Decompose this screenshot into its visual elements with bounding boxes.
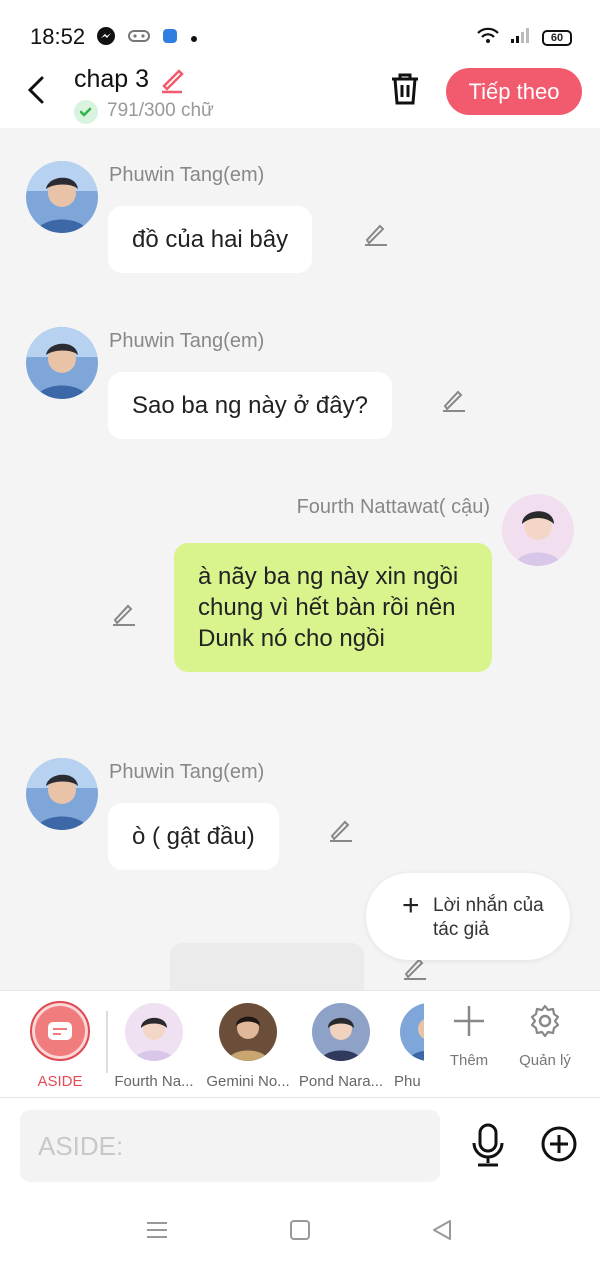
edit-icon[interactable] <box>362 220 390 248</box>
composer <box>0 1098 600 1198</box>
chevron-left-icon <box>27 76 44 104</box>
character-item[interactable]: Pond Nara... <box>295 1001 387 1090</box>
pencil-icon[interactable] <box>158 64 188 99</box>
notification-dot-icon <box>190 30 198 48</box>
add-media-button[interactable] <box>540 1125 578 1168</box>
character-name: Pond Nara... <box>298 1073 384 1090</box>
system-nav-bar <box>0 1198 600 1267</box>
aside-label: ASIDE <box>37 1073 83 1090</box>
sender-name: Phuwin Tang(em) <box>109 761 265 783</box>
message-bubble[interactable]: ò ( gật đầu) <box>108 803 279 870</box>
trash-icon <box>392 73 418 105</box>
check-icon <box>74 100 98 124</box>
app-icon <box>162 28 178 49</box>
message-bubble-partial[interactable] <box>170 943 364 990</box>
next-button[interactable]: Tiếp theo <box>446 68 582 115</box>
author-note-label: Lời nhắn của tác giả <box>433 895 544 940</box>
aside-character[interactable]: ASIDE <box>14 1001 106 1090</box>
word-count: 791/300 chữ <box>107 100 214 121</box>
delete-button[interactable] <box>388 71 422 107</box>
character-item[interactable]: Gemini No... <box>202 1001 294 1090</box>
sender-name: Phuwin Tang(em) <box>109 330 265 352</box>
message-bubble[interactable]: đồ của hai bây <box>108 206 313 273</box>
avatar[interactable] <box>502 494 574 566</box>
add-label: Thêm <box>449 1052 489 1069</box>
gear-icon <box>530 1004 560 1038</box>
plus-circle-icon <box>541 1126 577 1162</box>
aside-icon <box>30 1001 90 1061</box>
microphone-icon <box>472 1123 504 1167</box>
status-time: 18:52 <box>30 24 86 49</box>
aside-input[interactable] <box>20 1110 440 1182</box>
character-item[interactable]: Phu <box>388 1001 424 1090</box>
home-icon[interactable] <box>289 1219 311 1246</box>
avatar <box>312 1003 370 1061</box>
header: chap 3 791/300 chữ Tiếp theo <box>0 62 600 128</box>
game-controller-icon <box>128 28 150 49</box>
chapter-title: chap 3 <box>74 65 150 93</box>
sender-name: Fourth Nattawat( cậu) <box>296 496 490 518</box>
character-name: Gemini No... <box>206 1073 290 1090</box>
avatar <box>400 1003 424 1061</box>
avatar[interactable] <box>26 327 98 399</box>
edit-icon[interactable] <box>110 600 138 628</box>
wifi-icon <box>476 26 500 49</box>
character-bar: ASIDE Fourth Na... Gemini No... Pond Nar… <box>0 990 600 1098</box>
edit-icon[interactable] <box>327 816 355 844</box>
manage-button[interactable]: Quản lý <box>510 1003 580 1069</box>
status-bar: 18:52 60 <box>0 0 600 62</box>
edit-icon[interactable] <box>440 386 468 414</box>
messenger-icon <box>96 26 116 51</box>
back-button[interactable] <box>22 74 54 106</box>
chat-area: Phuwin Tang(em) đồ của hai bây Phuwin Ta… <box>0 128 600 990</box>
character-name: Fourth Na... <box>114 1073 194 1090</box>
avatar <box>125 1003 183 1061</box>
character-item[interactable]: Fourth Na... <box>108 1001 200 1090</box>
character-name: Phu <box>394 1073 421 1090</box>
sender-name: Phuwin Tang(em) <box>109 164 265 186</box>
add-character-button[interactable]: Thêm <box>434 1003 504 1069</box>
author-note-button[interactable]: + Lời nhắn của tác giả <box>366 873 570 960</box>
avatar[interactable] <box>26 161 98 233</box>
battery-icon: 60 <box>542 29 572 46</box>
plus-icon <box>454 1006 484 1036</box>
avatar[interactable] <box>26 758 98 830</box>
manage-label: Quản lý <box>519 1052 571 1069</box>
message-bubble[interactable]: Sao ba ng này ở đây? <box>108 372 392 439</box>
signal-icon <box>510 26 532 49</box>
message-bubble[interactable]: à nãy ba ng này xin ngồi chung vì hết bà… <box>174 543 492 672</box>
back-triangle-icon[interactable] <box>430 1218 454 1247</box>
menu-icon[interactable] <box>146 1220 168 1245</box>
plus-icon: + <box>402 889 420 922</box>
microphone-button[interactable] <box>470 1123 506 1172</box>
avatar <box>219 1003 277 1061</box>
